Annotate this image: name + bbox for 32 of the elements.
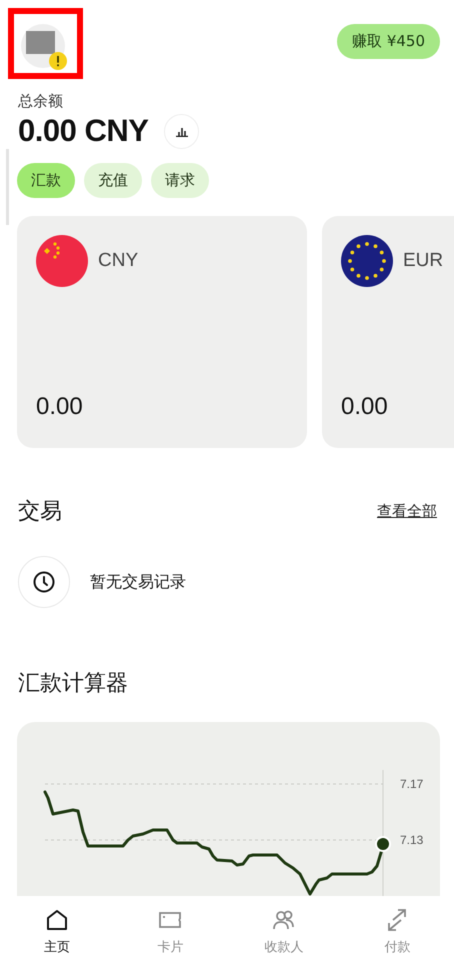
empty-state-text: 暂无交易记录	[90, 572, 186, 592]
avatar-placeholder-icon	[26, 31, 55, 54]
rate-label: 7.17	[400, 777, 424, 791]
flag-icon	[341, 235, 393, 287]
action-button[interactable]: 请求	[151, 163, 209, 198]
currency-code: EUR	[403, 250, 444, 272]
action-button[interactable]: 汇款	[17, 163, 75, 198]
nav-tab[interactable]: 收款人	[244, 904, 324, 960]
bar-chart-icon	[174, 125, 189, 137]
people-icon	[272, 908, 296, 932]
chart-button[interactable]	[164, 114, 200, 148]
rate-label: 7.13	[400, 833, 424, 847]
nav-tab[interactable]: 主页	[16, 904, 97, 960]
account-card[interactable]: CNY 0.00	[17, 216, 307, 448]
account-balance: 0.00	[341, 393, 389, 421]
account-balance: 0.00	[36, 393, 84, 421]
currency-code: CNY	[98, 250, 138, 272]
current-point-marker[interactable]	[375, 836, 391, 852]
avatar[interactable]	[20, 24, 64, 68]
home-icon	[44, 908, 69, 932]
section-title: 交易	[18, 498, 62, 526]
balance-amount: 0.00 CNY	[18, 113, 148, 149]
account-card[interactable]: EUR 0.00	[322, 216, 454, 448]
section-title: 汇款计算器	[18, 670, 129, 698]
balance-label: 总余额	[18, 92, 64, 111]
clock-icon	[18, 556, 70, 608]
earn-button[interactable]: 赚取 ¥450	[337, 24, 440, 59]
flag-icon	[36, 235, 88, 287]
action-button[interactable]: 充值	[84, 163, 142, 198]
view-all-link[interactable]: 查看全部	[377, 502, 437, 520]
nav-tab[interactable]: 付款	[357, 904, 438, 960]
nav-tab[interactable]: 卡片	[130, 904, 210, 960]
